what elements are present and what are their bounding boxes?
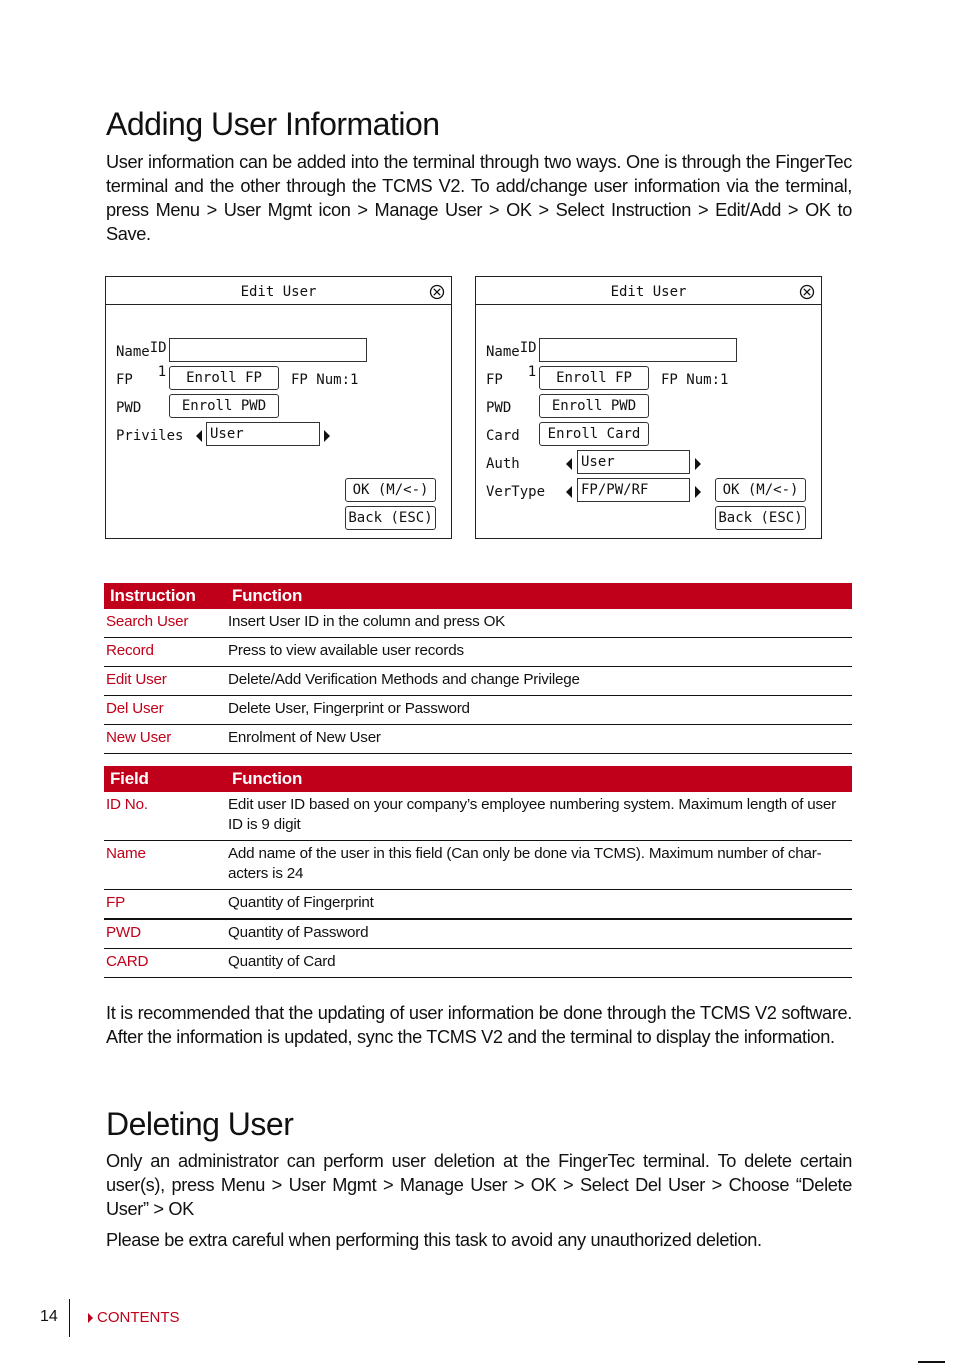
name-input[interactable] <box>539 338 737 362</box>
screen-title: Edit User <box>240 284 317 300</box>
table-row: ID No. Edit user ID based on your compan… <box>104 792 852 841</box>
field-key: PWD <box>104 919 226 949</box>
table-row: New User Enrolment of New User <box>104 724 852 754</box>
instruction-table: Instruction Function Search User Insert … <box>104 583 852 754</box>
corner-line <box>918 1361 945 1363</box>
instruction-key: Edit User <box>104 666 226 696</box>
field-value: Quantity of Card <box>226 948 852 978</box>
header-field: Field <box>104 766 226 792</box>
intro-paragraph: User information can be added into the t… <box>106 152 852 244</box>
instruction-key: Del User <box>104 695 226 725</box>
table-row: Del User Delete User, Fingerprint or Pas… <box>104 695 852 725</box>
table-row: FP Quantity of Fingerprint <box>104 889 852 920</box>
field-key: ID No. <box>104 792 226 841</box>
vertype-label: VerType <box>486 484 546 500</box>
enroll-fp-button[interactable]: Enroll FP <box>539 366 649 390</box>
id-row: ID.NO 1 <box>116 312 192 380</box>
arrow-right-icon[interactable] <box>695 486 701 498</box>
table-row: Record Press to view available user reco… <box>104 637 852 667</box>
field-value: Quantity of Password <box>226 919 852 949</box>
privilege-label: Priviles <box>116 428 184 444</box>
enroll-pwd-button[interactable]: Enroll PWD <box>539 394 649 418</box>
field-value: Add name of the user in this field (Can … <box>226 840 852 890</box>
pwd-label: PWD <box>486 400 512 416</box>
instruction-value: Press to view available user records <box>226 637 852 667</box>
header-function: Function <box>226 766 852 792</box>
warning-paragraph: Please be extra careful when performing … <box>106 1230 762 1250</box>
field-value: Quantity of Fingerprint <box>226 889 852 920</box>
screen-titlebar: Edit User <box>476 277 821 305</box>
ok-button[interactable]: OK (M/<-) <box>345 478 436 502</box>
instruction-key: Search User <box>104 609 226 638</box>
table-row: CARD Quantity of Card <box>104 948 852 978</box>
triangle-right-icon <box>88 1312 93 1323</box>
screen-titlebar: Edit User <box>106 277 451 305</box>
contents-link[interactable]: CONTENTS <box>88 1309 180 1326</box>
edit-user-screen-right: Edit User ID.NO 1 Name FP Enroll FP FP N… <box>475 276 822 539</box>
table-row: Search User Insert User ID in the column… <box>104 609 852 638</box>
id-value: 1 <box>157 364 167 380</box>
instruction-value: Enrolment of New User <box>226 724 852 754</box>
enroll-pwd-button[interactable]: Enroll PWD <box>169 394 279 418</box>
table-row: Name Add name of the user in this field … <box>104 840 852 890</box>
header-instruction: Instruction <box>104 583 226 609</box>
auth-select[interactable]: User <box>577 450 690 474</box>
vertype-select[interactable]: FP/PW/RF <box>577 478 690 502</box>
card-label: Card <box>486 428 520 444</box>
arrow-left-icon[interactable] <box>566 486 572 498</box>
delete-paragraph: Only an administrator can perform user d… <box>106 1151 852 1219</box>
instruction-value: Insert User ID in the column and press O… <box>226 609 852 638</box>
table-header-row: Instruction Function <box>104 583 852 609</box>
header-function: Function <box>226 583 852 609</box>
instruction-key: New User <box>104 724 226 754</box>
arrow-right-icon[interactable] <box>324 430 330 442</box>
enroll-card-button[interactable]: Enroll Card <box>539 422 649 446</box>
field-key: Name <box>104 840 226 890</box>
name-label: Name <box>116 344 150 360</box>
instruction-value: Delete/Add Verification Methods and chan… <box>226 666 852 696</box>
pwd-label: PWD <box>116 400 142 416</box>
back-button[interactable]: Back (ESC) <box>345 506 436 530</box>
edit-user-screen-left: Edit User ID.NO 1 Name FP Enroll FP FP N… <box>105 276 452 539</box>
field-value: Edit user ID based on your company’s emp… <box>226 792 852 841</box>
table-row: Edit User Delete/Add Verification Method… <box>104 666 852 696</box>
instruction-key: Record <box>104 637 226 667</box>
id-value: 1 <box>527 364 537 380</box>
recommendation-paragraph: It is recommended that the updating of u… <box>106 1003 852 1047</box>
privilege-select[interactable]: User <box>206 422 320 446</box>
back-button[interactable]: Back (ESC) <box>715 506 806 530</box>
instruction-value: Delete User, Fingerprint or Password <box>226 695 852 725</box>
arrow-right-icon[interactable] <box>695 458 701 470</box>
name-label: Name <box>486 344 520 360</box>
field-key: CARD <box>104 948 226 978</box>
circled-x-icon[interactable] <box>799 284 815 300</box>
auth-label: Auth <box>486 456 520 472</box>
section-title-adding-user: Adding User Information <box>106 106 440 142</box>
screen-title: Edit User <box>610 284 687 300</box>
footer-divider <box>69 1299 70 1337</box>
table-header-row: Field Function <box>104 766 852 792</box>
id-row: ID.NO 1 <box>486 312 562 380</box>
contents-label[interactable]: CONTENTS <box>97 1309 180 1326</box>
fp-label: FP <box>116 372 133 388</box>
fp-label: FP <box>486 372 503 388</box>
arrow-left-icon[interactable] <box>196 430 202 442</box>
circled-x-icon[interactable] <box>429 284 445 300</box>
table-row: PWD Quantity of Password <box>104 919 852 949</box>
name-input[interactable] <box>169 338 367 362</box>
fp-num: FP Num:1 <box>291 372 359 388</box>
field-table: Field Function ID No. Edit user ID based… <box>104 766 852 978</box>
field-key: FP <box>104 889 226 920</box>
section-title-deleting-user: Deleting User <box>106 1106 294 1142</box>
arrow-left-icon[interactable] <box>566 458 572 470</box>
page-number: 14 <box>40 1308 58 1325</box>
enroll-fp-button[interactable]: Enroll FP <box>169 366 279 390</box>
fp-num: FP Num:1 <box>661 372 729 388</box>
ok-button[interactable]: OK (M/<-) <box>715 478 806 502</box>
